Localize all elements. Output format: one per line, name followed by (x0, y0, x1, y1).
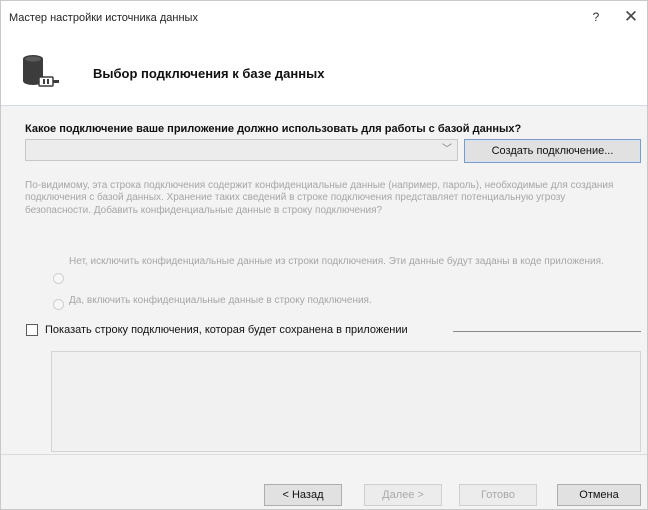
finish-button[interactable]: Готово (459, 484, 537, 506)
chevron-down-icon[interactable]: ﹀ (441, 143, 453, 157)
include-sensitive-data-radio[interactable] (53, 299, 64, 310)
sensitive-data-warning: По-видимому, эта строка подключения соде… (25, 180, 614, 216)
group-separator-line (453, 331, 641, 332)
show-connection-string-label[interactable]: Показать строку подключения, которая буд… (45, 324, 414, 336)
show-connection-string-checkbox[interactable] (26, 324, 38, 336)
database-connection-icon (23, 55, 59, 87)
page-title: Выбор подключения к базе данных (93, 66, 325, 81)
connection-select[interactable]: ﹀ (25, 139, 458, 161)
cancel-button[interactable]: Отмена (557, 484, 641, 506)
help-button[interactable]: ? (585, 7, 607, 27)
wizard-window: Мастер настройки источника данных ? ✕ Вы… (0, 0, 648, 510)
connection-question-label: Какое подключение ваше приложение должно… (25, 123, 522, 135)
back-button[interactable]: < Назад (264, 484, 342, 506)
create-connection-button[interactable]: Создать подключение... (464, 139, 641, 163)
window-title: Мастер настройки источника данных (9, 12, 198, 24)
wizard-footer: < Назад Далее > Готово Отмена (1, 454, 647, 509)
next-button[interactable]: Далее > (364, 484, 442, 506)
close-button[interactable]: ✕ (619, 6, 643, 28)
exclude-sensitive-data-radio[interactable] (53, 273, 64, 284)
wizard-header: Выбор подключения к базе данных (1, 33, 647, 106)
wizard-content: Какое подключение ваше приложение должно… (1, 106, 647, 454)
include-sensitive-data-label: Да, включить конфиденциальные данные в с… (69, 295, 372, 306)
exclude-sensitive-data-label: Нет, исключить конфиденциальные данные и… (69, 256, 604, 267)
connection-string-textbox[interactable] (51, 351, 641, 452)
title-bar: Мастер настройки источника данных ? ✕ (1, 1, 647, 33)
